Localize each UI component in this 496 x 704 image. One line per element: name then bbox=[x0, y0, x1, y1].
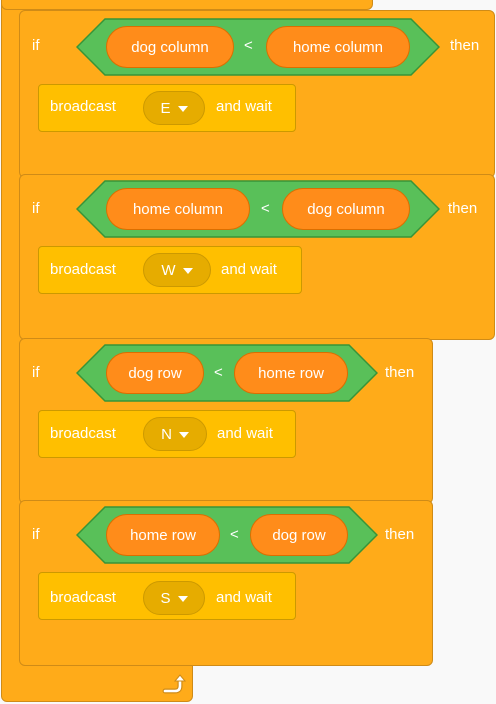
then-label: then bbox=[448, 200, 478, 217]
operator-symbol: < bbox=[244, 37, 253, 54]
message-value: E bbox=[160, 99, 171, 117]
and-wait-label: and wait bbox=[217, 425, 273, 442]
broadcast-label: broadcast bbox=[50, 98, 116, 115]
caret-down-icon bbox=[178, 432, 189, 438]
then-label: then bbox=[385, 364, 415, 381]
home-row-reporter[interactable]: home row bbox=[234, 352, 348, 394]
if-label: if bbox=[32, 364, 40, 381]
message-dropdown[interactable]: W bbox=[143, 253, 211, 287]
caret-down-icon bbox=[182, 268, 193, 274]
dog-row-reporter[interactable]: dog row bbox=[106, 352, 204, 394]
message-value: W bbox=[161, 261, 176, 279]
broadcast-label: broadcast bbox=[50, 589, 116, 606]
broadcast-label: broadcast bbox=[50, 425, 116, 442]
home-row-reporter[interactable]: home row bbox=[106, 514, 220, 556]
message-value: S bbox=[160, 589, 171, 607]
then-label: then bbox=[450, 37, 480, 54]
dog-column-reporter[interactable]: dog column bbox=[106, 26, 234, 68]
home-column-reporter[interactable]: home column bbox=[106, 188, 250, 230]
loop-arrow-icon bbox=[160, 672, 187, 703]
and-wait-label: and wait bbox=[216, 589, 272, 606]
operator-symbol: < bbox=[214, 364, 223, 381]
operator-symbol: < bbox=[261, 200, 270, 217]
message-dropdown[interactable]: E bbox=[143, 91, 205, 125]
message-dropdown[interactable]: N bbox=[143, 417, 207, 451]
then-label: then bbox=[385, 526, 415, 543]
broadcast-label: broadcast bbox=[50, 261, 116, 278]
if-label: if bbox=[32, 200, 40, 217]
caret-down-icon bbox=[177, 106, 188, 112]
caret-down-icon bbox=[177, 596, 188, 602]
dog-row-reporter[interactable]: dog row bbox=[250, 514, 348, 556]
home-column-reporter[interactable]: home column bbox=[266, 26, 410, 68]
and-wait-label: and wait bbox=[216, 98, 272, 115]
dog-column-reporter[interactable]: dog column bbox=[282, 188, 410, 230]
message-value: N bbox=[161, 425, 172, 443]
if-label: if bbox=[32, 37, 40, 54]
message-dropdown[interactable]: S bbox=[143, 581, 205, 615]
operator-symbol: < bbox=[230, 526, 239, 543]
and-wait-label: and wait bbox=[221, 261, 277, 278]
repeat-loop-top-arm bbox=[1, 0, 373, 10]
if-label: if bbox=[32, 526, 40, 543]
